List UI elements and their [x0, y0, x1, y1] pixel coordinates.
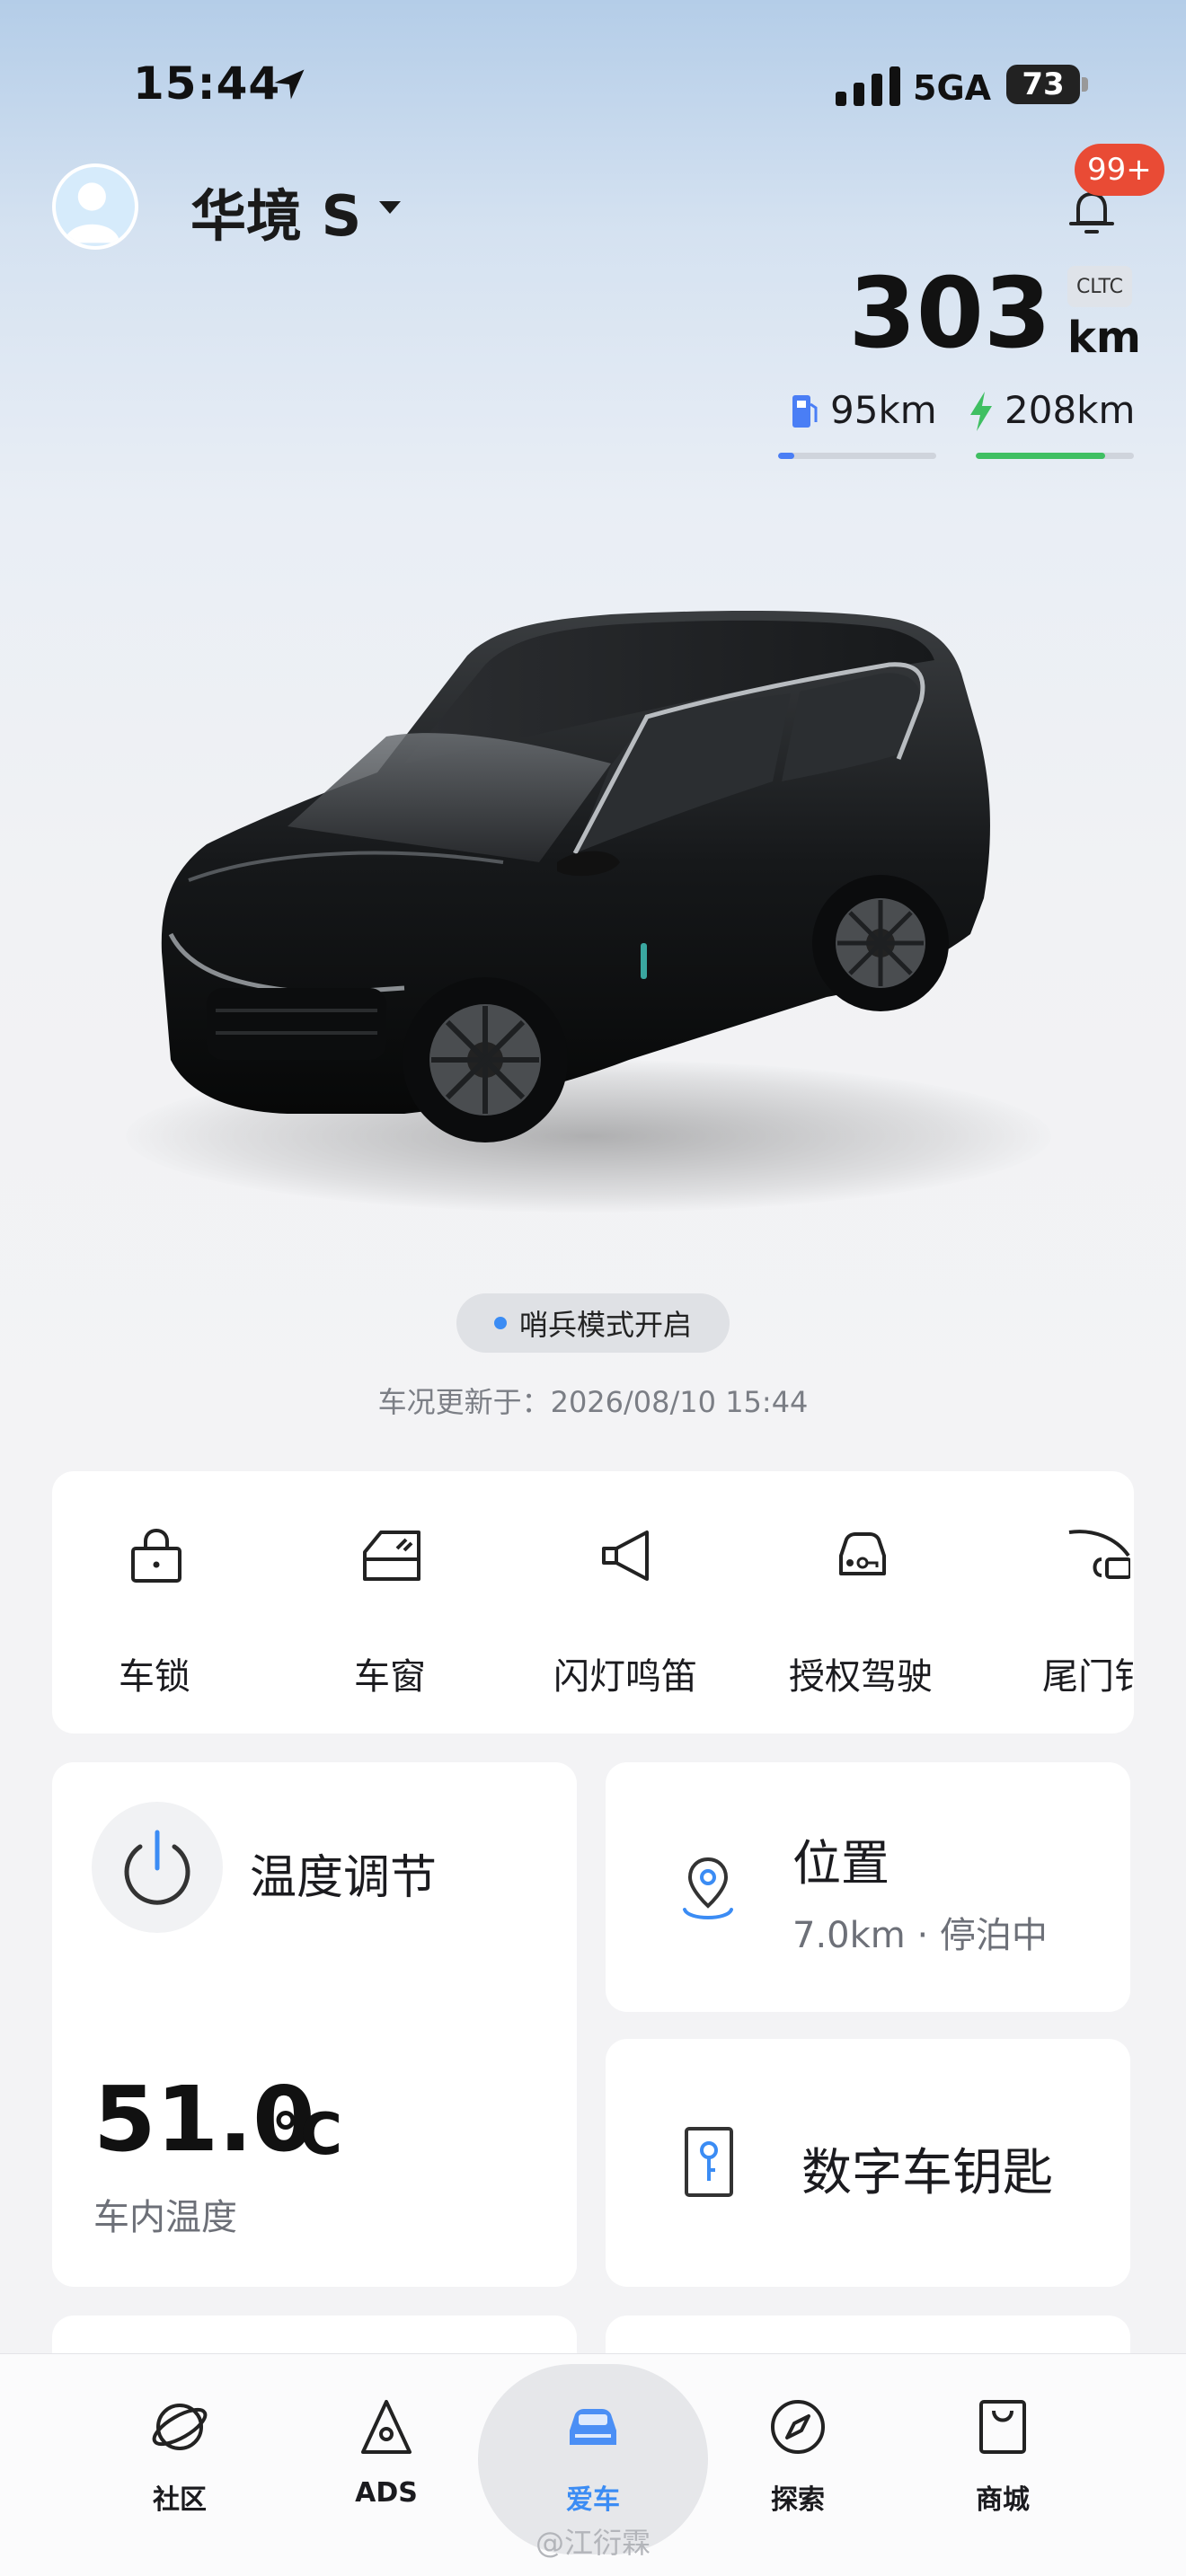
control-label: 车锁: [119, 1656, 190, 1698]
control-lock[interactable]: 车锁: [56, 1471, 253, 1734]
climate-title: 温度调节: [250, 1851, 438, 1905]
user-icon: [64, 182, 120, 243]
tab-label: 爱车: [566, 2484, 620, 2516]
tab-community[interactable]: 社区: [99, 2380, 261, 2533]
horn-icon: [602, 1531, 649, 1581]
cabin-temperature-unit: °C: [271, 2102, 342, 2168]
sentry-status-dot: [493, 1317, 507, 1329]
electric-range-bar: [976, 453, 1134, 459]
vehicle-image[interactable]: [108, 557, 1078, 1186]
compass-icon: [771, 2400, 825, 2454]
tab-explore[interactable]: 探索: [717, 2380, 879, 2533]
control-authorized-driving[interactable]: 授权驾驶: [762, 1471, 960, 1734]
cell-signal-icon: [836, 66, 900, 106]
community-icon: [152, 2404, 208, 2450]
digital-key-icon: [685, 2127, 733, 2197]
control-window[interactable]: 车窗: [291, 1471, 489, 1734]
lightning-icon: [970, 392, 992, 431]
authorized-drive-icon: [839, 1532, 886, 1575]
chevron-down-icon[interactable]: [377, 199, 403, 216]
window-icon: [363, 1531, 420, 1581]
vehicle-selector-title[interactable]: 华境 S: [190, 171, 361, 251]
fuel-range-bar: [778, 453, 936, 459]
tab-my-car[interactable]: 爱车: [512, 2380, 674, 2533]
tab-label: ADS: [355, 2477, 418, 2509]
control-tailgate[interactable]: 尾门钅: [997, 1471, 1134, 1734]
tab-label: 社区: [153, 2484, 207, 2516]
control-label: 尾门钅: [1042, 1656, 1134, 1698]
control-label: 授权驾驶: [789, 1656, 933, 1698]
location-title: 位置: [792, 1835, 890, 1892]
avatar[interactable]: [52, 163, 138, 250]
control-flash-honk[interactable]: 闪灯鸣笛: [527, 1471, 724, 1734]
total-range-unit: km: [1067, 313, 1141, 363]
location-pin-icon: [683, 1857, 733, 1919]
total-range-value: 303: [848, 258, 1051, 370]
tab-label: 探索: [771, 2484, 825, 2516]
tab-ads[interactable]: ADS: [305, 2380, 467, 2533]
location-detail: 7.0km · 停泊中: [792, 1915, 1048, 1956]
electric-range: 208km: [1005, 388, 1136, 432]
network-type: 5GA: [913, 68, 992, 108]
tab-label: 商城: [976, 2484, 1030, 2516]
shop-bag-icon: [979, 2400, 1026, 2454]
fuel-range: 95km: [830, 388, 937, 432]
status-time: 15:44: [133, 57, 281, 110]
tailgate-icon: [1068, 1530, 1130, 1579]
notification-badge[interactable]: 99+: [1075, 144, 1164, 196]
cabin-temperature-caption: 车内温度: [93, 2197, 237, 2238]
watermark: @江衍霖: [535, 2526, 651, 2560]
sentry-mode-pill[interactable]: 哨兵模式开启: [456, 1293, 730, 1353]
fuel-pump-icon: [792, 395, 818, 428]
power-icon: [124, 1830, 190, 1905]
location-arrow-icon: [274, 69, 305, 100]
car-icon: [570, 2409, 616, 2445]
ads-icon: [361, 2400, 412, 2454]
climate-power-button[interactable]: [92, 1802, 223, 1933]
tab-shop[interactable]: 商城: [922, 2380, 1084, 2533]
vehicle-controls-card: 车锁 车窗 闪灯鸣笛 授权驾驶 尾门钅: [52, 1471, 1134, 1734]
control-label: 车窗: [354, 1656, 426, 1698]
sentry-mode-label: 哨兵模式开启: [518, 1308, 692, 1342]
control-label: 闪灯鸣笛: [553, 1656, 697, 1698]
digital-key-title: 数字车钥匙: [801, 2144, 1053, 2202]
fuel-range-bar-fill: [778, 453, 794, 459]
lock-icon: [131, 1528, 181, 1583]
battery-indicator: 73: [1006, 65, 1080, 104]
battery-tip: [1082, 77, 1088, 92]
cltc-badge: CLTC: [1067, 266, 1132, 307]
last-updated-text: 车况更新于：2026/08/10 15:44: [377, 1385, 809, 1419]
electric-range-bar-fill: [976, 453, 1106, 459]
